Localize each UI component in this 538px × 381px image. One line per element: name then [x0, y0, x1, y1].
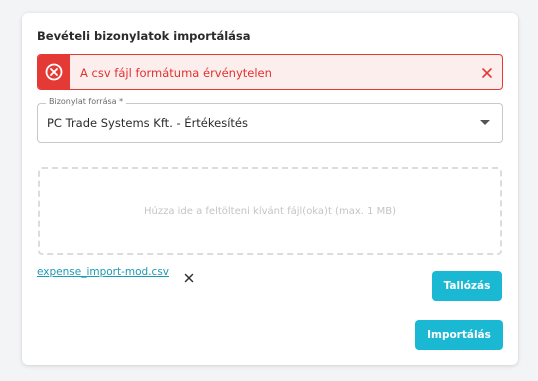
error-message: A csv fájl formátuma érvénytelen	[80, 66, 272, 80]
import-dialog: Bevételi bizonylatok importálása A csv f…	[22, 13, 518, 365]
error-circle-x-icon	[38, 55, 70, 89]
file-dropzone[interactable]: Húzza ide a feltölteni kívánt fájl(oka)t…	[38, 167, 502, 255]
dropzone-hint: Húzza ide a feltölteni kívánt fájl(oka)t…	[143, 205, 397, 217]
close-icon[interactable]	[480, 65, 494, 79]
dialog-title: Bevételi bizonylatok importálása	[37, 29, 251, 43]
chevron-down-icon[interactable]	[480, 120, 490, 125]
source-select[interactable]: Bizonylat forrása * PC Trade Systems Kft…	[37, 97, 503, 143]
selected-file-link[interactable]: expense_import-mod.csv	[37, 266, 169, 278]
source-select-value: PC Trade Systems Kft. - Értékesítés	[47, 116, 248, 130]
import-button[interactable]: Importálás	[415, 320, 503, 350]
source-select-label: Bizonylat forrása *	[46, 97, 127, 106]
remove-file-icon[interactable]	[184, 268, 194, 283]
error-alert: A csv fájl formátuma érvénytelen	[37, 54, 503, 90]
browse-button[interactable]: Tallózás	[432, 271, 502, 301]
